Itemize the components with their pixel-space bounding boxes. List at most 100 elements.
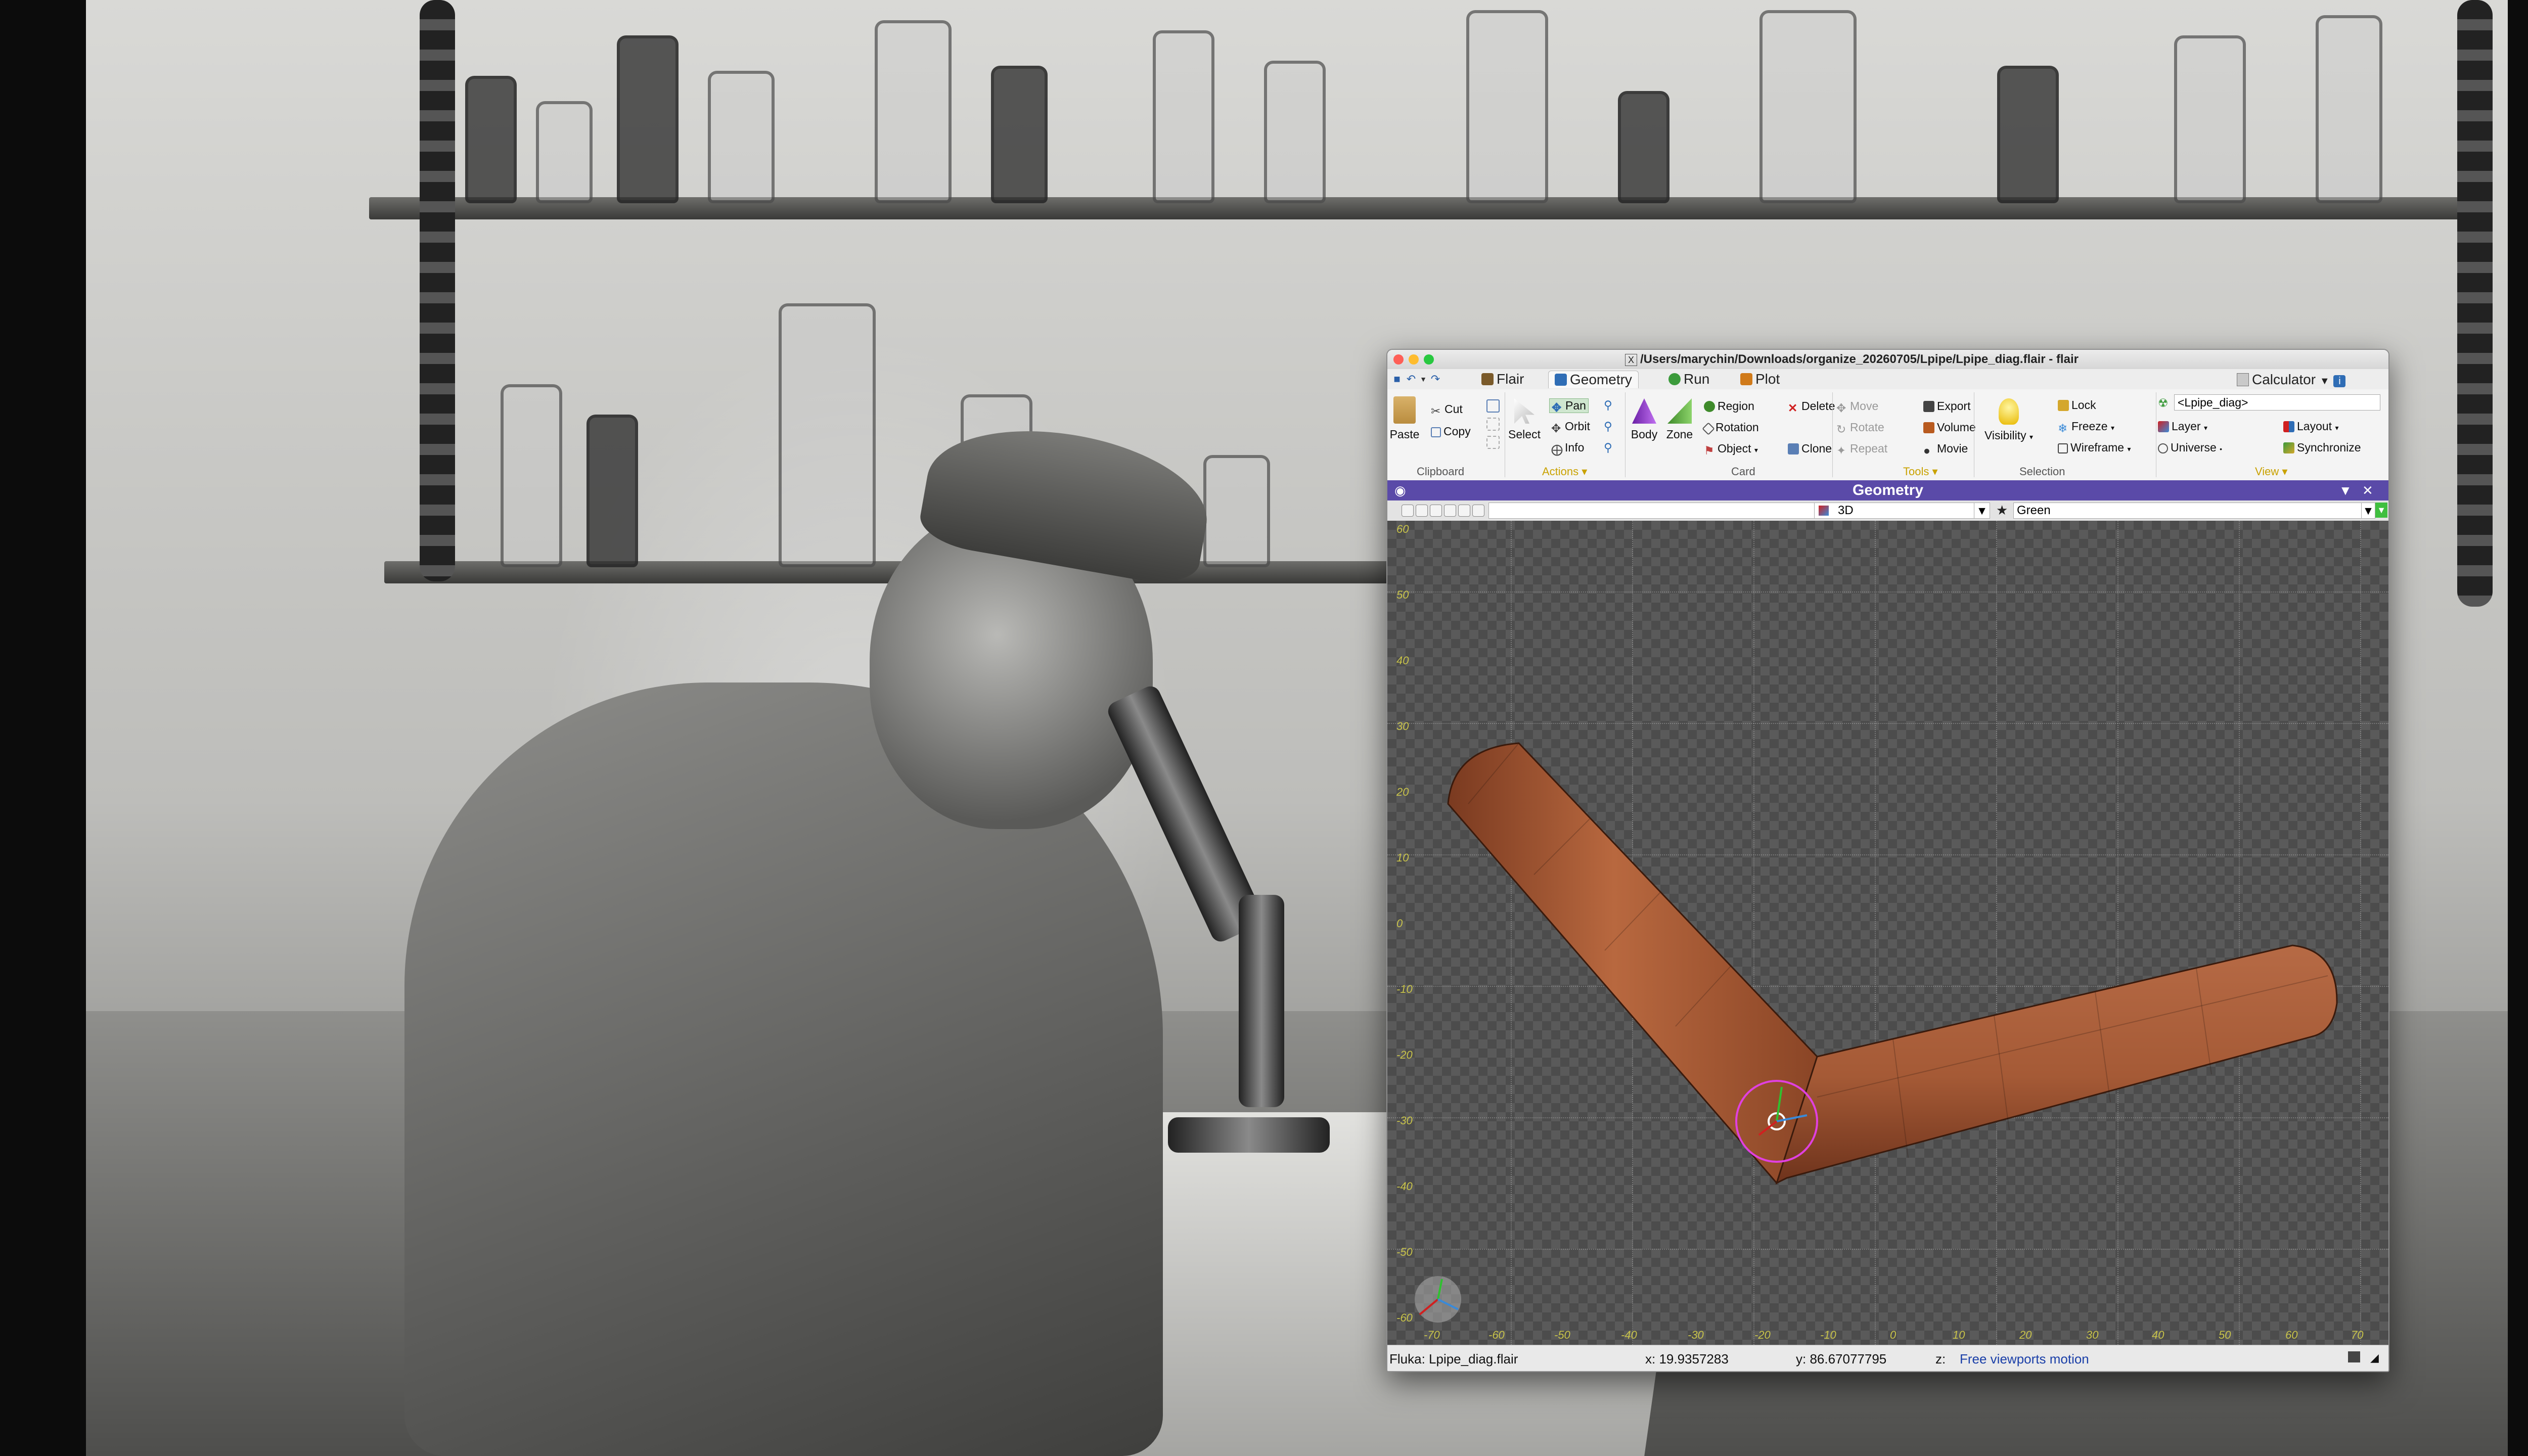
calculator-button[interactable]: Calculator ▼ i <box>2237 371 2346 390</box>
zoom-fit-icon[interactable]: ⚲ <box>1604 441 1612 454</box>
close-window-button[interactable] <box>1393 354 1404 365</box>
chevron-down-icon: ▾ <box>2203 424 2207 432</box>
status-toggle-icon[interactable] <box>2348 1351 2360 1362</box>
orbit-button[interactable]: ✥ Orbit <box>1551 420 1590 435</box>
tab-run[interactable]: Run <box>1662 371 1716 388</box>
layer-icon <box>2158 421 2169 432</box>
redo-icon[interactable]: ↷ <box>1429 373 1442 386</box>
status-mode: Free viewports motion <box>1960 1351 2089 1367</box>
chevron-down-icon: ▼ <box>2319 376 2330 387</box>
pan-tool-icon[interactable] <box>1416 505 1428 517</box>
export-icon <box>1923 401 1934 412</box>
flair-app-window: X/Users/marychin/Downloads/organize_2026… <box>1386 349 2389 1372</box>
chevron-down-icon: ▾ <box>1754 446 1758 454</box>
help-icon[interactable]: i <box>2333 375 2346 387</box>
bottle <box>1997 66 2059 203</box>
group-label-tools[interactable]: Tools ▾ <box>1903 465 1938 478</box>
l-pipe-geometry[interactable] <box>1387 521 2388 1345</box>
eye-tool-icon[interactable] <box>1472 505 1484 517</box>
group-label-actions[interactable]: Actions ▾ <box>1542 465 1587 478</box>
window-title-text: /Users/marychin/Downloads/organize_20260… <box>1640 352 2079 366</box>
synchronize-button[interactable]: Synchronize <box>2283 441 2361 454</box>
bottle <box>991 66 1048 203</box>
wireframe-button[interactable]: Wireframe ▾ <box>2058 441 2131 454</box>
volume-button[interactable]: Volume <box>1923 421 1976 434</box>
region-button[interactable]: Region <box>1704 399 1754 413</box>
tab-flair[interactable]: Flair <box>1475 371 1530 388</box>
rotate-tool-icon[interactable] <box>1444 505 1456 517</box>
movie-button[interactable]: ● Movie <box>1923 442 1968 457</box>
freeze-button[interactable]: ❄ Freeze ▾ <box>2058 420 2114 435</box>
copy-button[interactable]: Copy <box>1431 425 1471 438</box>
bottle <box>1203 455 1270 567</box>
zoom-tool-icon[interactable] <box>1430 505 1442 517</box>
layout-button[interactable]: Layout ▾ <box>2283 420 2338 433</box>
lightbulb-icon <box>1999 398 2019 425</box>
tab-plot[interactable]: Plot <box>1734 371 1786 388</box>
lock-button[interactable]: Lock <box>2058 398 2096 412</box>
panel-close-icon[interactable]: ✕ <box>2362 482 2373 498</box>
repeat-button[interactable]: ✦ Repeat <box>1836 442 1887 457</box>
move-tool-icon[interactable] <box>1402 505 1414 517</box>
universe-button[interactable]: Universe • <box>2158 441 2222 454</box>
group-label-view[interactable]: View ▾ <box>2255 465 2287 478</box>
layer-button[interactable]: Layer ▾ <box>2158 420 2207 433</box>
zone-button[interactable]: Zone <box>1663 398 1696 441</box>
export-button[interactable]: Export <box>1923 399 1970 413</box>
group-label-clipboard: Clipboard <box>1417 465 1465 478</box>
minimize-window-button[interactable] <box>1409 354 1419 365</box>
maximize-window-button[interactable] <box>1424 354 1434 365</box>
layer-dropdown[interactable]: ▼ <box>2361 503 2375 519</box>
dropdown-arrow-icon[interactable]: ▼ <box>1417 373 1430 386</box>
orbit-tool-icon[interactable] <box>1458 505 1470 517</box>
select-button[interactable]: Select <box>1507 398 1542 441</box>
info-button[interactable]: ⨁ Info <box>1551 441 1584 456</box>
bottle <box>586 415 638 567</box>
microscope <box>1105 682 1350 1178</box>
grid-tool-icon[interactable] <box>1486 418 1502 432</box>
bottle <box>465 76 517 203</box>
tab-geometry[interactable]: Geometry <box>1548 371 1639 388</box>
project-selector[interactable]: <Lpipe_diag> <box>2174 394 2380 411</box>
scissors-icon: ✂ <box>1431 404 1441 418</box>
object-icon: ⚑ <box>1704 444 1714 457</box>
zoom-in-icon[interactable]: ⚲ <box>1604 398 1612 412</box>
save-icon[interactable]: ■ <box>1390 373 1404 386</box>
visibility-button[interactable]: Visibility ▾ <box>1977 398 2041 442</box>
view-mode-combo[interactable]: 3D <box>1814 503 1975 519</box>
object-button[interactable]: ⚑ Object ▾ <box>1704 442 1758 457</box>
bottle <box>617 35 679 203</box>
window-titlebar[interactable]: X/Users/marychin/Downloads/organize_2026… <box>1387 350 2388 370</box>
panel-options-icon[interactable]: ▼ <box>2339 482 2352 498</box>
wireframe-icon <box>2058 443 2068 453</box>
filter-icon[interactable]: ▼ <box>2375 503 2387 518</box>
shelf-column-right <box>2457 0 2493 607</box>
bottle <box>708 71 775 203</box>
menu-tabbar: ■ ↶ ▼ ↷ Flair Geometry Run Plot Calculat… <box>1387 369 2388 390</box>
rotation-button[interactable]: Rotation <box>1702 421 1759 435</box>
geometry-viewport[interactable]: 60 50 40 30 20 10 0 -10 -20 -30 -40 -50 … <box>1387 521 2388 1345</box>
undo-icon[interactable]: ↶ <box>1405 373 1418 386</box>
move-button[interactable]: ✥ Move <box>1836 399 1878 415</box>
grid-tool-icon[interactable] <box>1486 399 1502 414</box>
body-button[interactable]: Body <box>1628 398 1660 441</box>
cut-button[interactable]: ✂ Cut <box>1431 402 1463 418</box>
cone-icon <box>1632 398 1656 424</box>
object-selector[interactable] <box>1488 503 1868 519</box>
paste-button[interactable]: Paste <box>1389 396 1420 441</box>
move-icon: ✥ <box>1836 401 1846 415</box>
status-file: Fluka: Lpipe_diag.flair <box>1389 1351 1518 1367</box>
grid-tool-icon[interactable] <box>1486 436 1502 450</box>
delete-button[interactable]: ✕ Delete <box>1788 399 1835 415</box>
resize-grip-icon[interactable]: ◢ <box>2370 1351 2379 1364</box>
layer-combo[interactable]: Green <box>2013 503 2363 519</box>
star-icon[interactable]: ★ <box>1996 503 2008 518</box>
geometry-icon <box>1555 374 1567 386</box>
view-mode-dropdown[interactable]: ▼ <box>1974 503 1990 519</box>
rotate-button[interactable]: ↻ Rotate <box>1836 421 1884 436</box>
pan-button[interactable]: ✥ Pan <box>1549 398 1589 414</box>
zoom-out-icon[interactable]: ⚲ <box>1604 420 1612 433</box>
clone-button[interactable]: Clone <box>1788 442 1832 456</box>
flair-icon <box>1481 373 1494 385</box>
bottle <box>2316 15 2382 203</box>
